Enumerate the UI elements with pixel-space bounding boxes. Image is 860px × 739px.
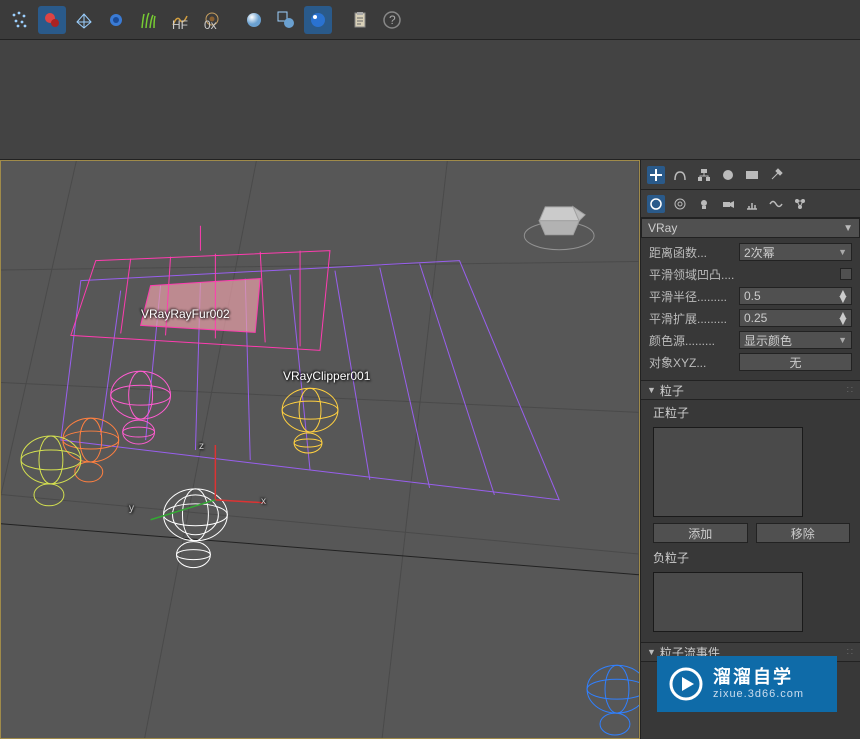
category-dropdown[interactable]: VRay ▼ (641, 218, 860, 238)
sphere-select-icon[interactable] (240, 6, 268, 34)
panel-category-bar (641, 160, 860, 190)
sphere-region-icon[interactable] (272, 6, 300, 34)
hf-icon[interactable]: HF (166, 6, 194, 34)
grip-icon: ∷ (847, 647, 854, 658)
chevron-down-icon: ▼ (843, 223, 853, 234)
geometry-icon[interactable] (647, 195, 665, 213)
hierarchy-tab-icon[interactable] (695, 166, 713, 184)
viewport-scene (1, 161, 639, 738)
positive-particles-label: 正粒子 (651, 404, 850, 421)
lights-icon[interactable] (695, 195, 713, 213)
systems-icon[interactable] (791, 195, 809, 213)
remove-positive-button[interactable]: 移除 (756, 523, 851, 543)
ribbon-area (0, 40, 860, 160)
positive-particles-list[interactable] (653, 427, 803, 517)
helpers-icon[interactable] (743, 195, 761, 213)
splash-icon[interactable] (102, 6, 130, 34)
display-tab-icon[interactable] (743, 166, 761, 184)
object-xyz-label: 对象XYZ... (649, 354, 735, 371)
spacewarps-icon[interactable] (767, 195, 785, 213)
rollout-particles-title: 粒子 (660, 382, 684, 399)
shapes-icon[interactable] (671, 195, 689, 213)
negative-particles-label: 负粒子 (651, 549, 850, 566)
ox-icon[interactable]: 0x (198, 6, 226, 34)
color-source-label: 颜色源......... (649, 332, 735, 349)
color-source-select[interactable]: 显示颜色▼ (739, 331, 852, 349)
smooth-convex-checkbox[interactable] (840, 268, 852, 280)
clipboard-icon[interactable] (346, 6, 374, 34)
rollout-particles-header[interactable]: ▼ 粒子 ∷ (641, 380, 860, 400)
triangle-down-icon: ▼ (647, 385, 656, 395)
cameras-icon[interactable] (719, 195, 737, 213)
object-xyz-button[interactable]: 无 (739, 353, 852, 371)
svg-text:HF: HF (172, 18, 188, 30)
main-area: VRayRayFur002 VRayClipper001 z x y (0, 160, 860, 739)
smooth-expand-label: 平滑扩展......... (649, 310, 735, 327)
modify-tab-icon[interactable] (671, 166, 689, 184)
negative-particles-list[interactable] (653, 572, 803, 632)
distance-func-select[interactable]: 2次幂▼ (739, 243, 852, 261)
vray-metaball-props: 距离函数... 2次幂▼ 平滑领域凹凸......... 平滑半径.......… (641, 238, 860, 380)
play-logo-icon (669, 667, 703, 701)
help-icon[interactable]: ? (378, 6, 406, 34)
svg-text:?: ? (389, 13, 396, 27)
grass-icon[interactable] (134, 6, 162, 34)
distance-func-label: 距离函数... (649, 244, 735, 261)
metaball-icon[interactable] (38, 6, 66, 34)
utilities-tab-icon[interactable] (767, 166, 785, 184)
watermark-title: 溜溜自学 (713, 667, 804, 689)
grip-icon: ∷ (847, 385, 854, 396)
watermark: 溜溜自学 zixue.3d66.com (657, 656, 837, 712)
rollout-particles-body: 正粒子 添加 移除 负粒子 (641, 400, 860, 642)
smooth-radius-spinner[interactable]: 0.5 ▲▼ (739, 287, 852, 305)
sphere-highlight-icon[interactable] (304, 6, 332, 34)
top-toolbar: HF 0x ? (0, 0, 860, 40)
lattice-icon[interactable] (70, 6, 98, 34)
create-tab-icon[interactable] (647, 166, 665, 184)
particle-icon[interactable] (6, 6, 34, 34)
watermark-url: zixue.3d66.com (713, 688, 804, 701)
command-panel: VRay ▼ 距离函数... 2次幂▼ 平滑领域凹凸......... 平滑半径… (640, 160, 860, 739)
smooth-expand-spinner[interactable]: 0.25 ▲▼ (739, 309, 852, 327)
viewport[interactable]: VRayRayFur002 VRayClipper001 z x y (0, 160, 640, 739)
motion-tab-icon[interactable] (719, 166, 737, 184)
svg-text:0x: 0x (204, 18, 217, 30)
triangle-down-icon: ▼ (647, 647, 656, 657)
smooth-radius-label: 平滑半径......... (649, 288, 735, 305)
smooth-convex-label: 平滑领域凹凸......... (649, 266, 735, 283)
panel-subcategory-bar (641, 190, 860, 218)
category-dropdown-value: VRay (648, 221, 677, 235)
add-positive-button[interactable]: 添加 (653, 523, 748, 543)
